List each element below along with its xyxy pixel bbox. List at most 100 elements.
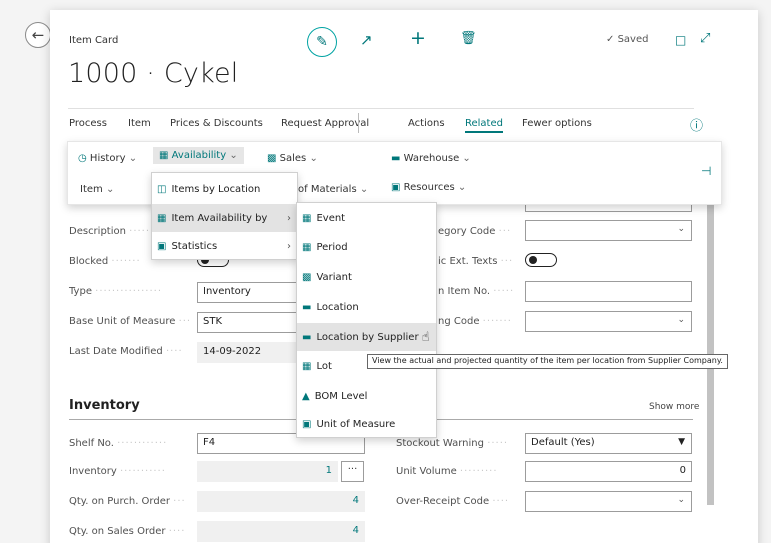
menu-variant[interactable]: ▩ Variant bbox=[297, 263, 436, 291]
warehouse-icon: ▬ bbox=[391, 153, 401, 164]
pin-icon[interactable]: ⊣ bbox=[701, 164, 711, 178]
chevron-down-icon: ⌄ bbox=[677, 224, 685, 234]
hand-cursor-icon: ☝ bbox=[421, 329, 430, 345]
base-uom-label-text: Base Unit of Measure bbox=[69, 316, 176, 327]
purch-order-label: Qty. on Purch. Order ··· bbox=[69, 496, 186, 507]
base-uom-input[interactable]: STK bbox=[197, 312, 297, 333]
ext-texts-toggle[interactable] bbox=[525, 253, 557, 267]
stockout-select[interactable]: Default (Yes) ▼ bbox=[525, 433, 692, 454]
submenu-history[interactable]: ◷ History ⌄ bbox=[78, 153, 137, 164]
share-icon[interactable]: ↗ bbox=[360, 31, 373, 49]
category-code-select[interactable]: ⌄ bbox=[525, 220, 692, 241]
submenu-bom[interactable]: of Materials ⌄ bbox=[298, 184, 368, 195]
submenu-warehouse[interactable]: ▬ Warehouse ⌄ bbox=[391, 153, 471, 164]
event-icon: ▦ bbox=[302, 212, 312, 224]
sales-label: Sales bbox=[279, 153, 307, 164]
chevron-down-icon: ⌄ bbox=[677, 495, 685, 505]
expand-icon[interactable]: ⤢ bbox=[700, 31, 710, 46]
submenu-sales[interactable]: ▩ Sales ⌄ bbox=[267, 153, 318, 164]
back-button[interactable]: ← bbox=[25, 22, 51, 48]
action-related[interactable]: Related bbox=[465, 118, 503, 133]
show-more-link[interactable]: Show more bbox=[649, 402, 699, 412]
warehouse-label: Warehouse bbox=[403, 153, 460, 164]
unit-of-measure-icon: ▣ bbox=[302, 418, 312, 430]
inventory-section-title[interactable]: Inventory bbox=[69, 398, 140, 413]
menu-period[interactable]: ▦ Period bbox=[297, 233, 436, 261]
last-modified-label-text: Last Date Modified bbox=[69, 346, 163, 357]
saved-status: ✓ Saved bbox=[606, 34, 649, 45]
menu-location-by-supplier[interactable]: ▬ Location by Supplier ☝ bbox=[297, 323, 436, 351]
items-by-location-label: Items by Location bbox=[171, 183, 261, 195]
action-prices[interactable]: Prices & Discounts bbox=[170, 118, 263, 129]
item-label: Item bbox=[80, 184, 103, 195]
statistics-label: Statistics bbox=[171, 240, 218, 252]
unit-volume-label: Unit Volume ········· bbox=[396, 466, 498, 477]
action-actions[interactable]: Actions bbox=[408, 118, 445, 129]
category-code-label-text: egory Code bbox=[438, 226, 496, 237]
action-fewer-options[interactable]: Fewer options bbox=[522, 118, 592, 129]
plus-icon[interactable]: + bbox=[410, 27, 426, 49]
location-icon: ▬ bbox=[302, 301, 312, 313]
blocked-label-text: Blocked bbox=[69, 256, 109, 267]
variant-label: Variant bbox=[316, 271, 352, 283]
arrow-left-icon: ← bbox=[31, 26, 45, 44]
pencil-icon: ✎ bbox=[316, 34, 328, 50]
ng-code-label-text: ng Code bbox=[438, 316, 480, 327]
chevron-right-icon: › bbox=[287, 212, 291, 224]
stockout-value: Default (Yes) bbox=[531, 437, 595, 448]
submenu-availability[interactable]: ▦ Availability ⌄ bbox=[153, 147, 244, 164]
ext-texts-label-text: ic Ext. Texts bbox=[438, 256, 498, 267]
shelf-label-text: Shelf No. bbox=[69, 438, 114, 449]
last-modified-value: 14-09-2022 bbox=[197, 342, 297, 363]
menu-items-by-location[interactable]: ◫ Items by Location bbox=[152, 175, 297, 203]
menu-event[interactable]: ▦ Event bbox=[297, 204, 436, 232]
edit-button[interactable]: ✎ bbox=[307, 27, 337, 57]
type-label-text: Type bbox=[69, 286, 92, 297]
bom-level-icon: ▲ bbox=[302, 390, 310, 402]
submenu-item[interactable]: Item ⌄ bbox=[80, 184, 114, 195]
bom-level-label: BOM Level bbox=[314, 390, 368, 402]
inventory-label: Inventory ··········· bbox=[69, 466, 166, 477]
info-icon[interactable]: ⓘ bbox=[690, 115, 703, 134]
unit-volume-input[interactable]: 0 bbox=[525, 461, 692, 482]
event-label: Event bbox=[316, 212, 346, 224]
menu-item-availability-by[interactable]: ▦ Item Availability by › bbox=[152, 204, 297, 232]
stockout-label-text: Stockout Warning bbox=[396, 438, 484, 449]
sales-order-value[interactable]: 4 bbox=[197, 521, 365, 542]
action-request-approval[interactable]: Request Approval bbox=[281, 118, 369, 129]
menu-unit-of-measure[interactable]: ▣ Unit of Measure bbox=[297, 410, 436, 438]
open-new-window-icon[interactable]: □ bbox=[675, 33, 686, 47]
purch-order-value[interactable]: 4 bbox=[197, 491, 365, 512]
action-item[interactable]: Item bbox=[128, 118, 151, 129]
period-label: Period bbox=[316, 241, 348, 253]
description-label: Description ······· bbox=[69, 226, 159, 237]
inventory-value[interactable]: 1 bbox=[197, 461, 338, 482]
submenu-resources[interactable]: ▣ Resources ⌄ bbox=[391, 182, 466, 193]
over-receipt-label-text: Over-Receipt Code bbox=[396, 496, 490, 507]
more-options-icon[interactable]: ··· bbox=[341, 461, 364, 482]
last-modified-label: Last Date Modified ···· bbox=[69, 346, 183, 357]
action-separator bbox=[358, 113, 359, 133]
availability-icon: ▦ bbox=[159, 150, 169, 161]
saved-label: Saved bbox=[617, 34, 649, 45]
type-select[interactable]: Inventory bbox=[197, 282, 297, 303]
delete-icon[interactable]: 🗑 bbox=[460, 31, 477, 46]
menu-bom-level[interactable]: ▲ BOM Level bbox=[297, 382, 436, 410]
resources-label: Resources bbox=[403, 182, 455, 193]
item-no-input[interactable] bbox=[525, 281, 692, 302]
over-receipt-select[interactable]: ⌄ bbox=[525, 491, 692, 512]
ng-code-select[interactable]: ⌄ bbox=[525, 311, 692, 332]
base-uom-label: Base Unit of Measure ··· bbox=[69, 316, 192, 327]
availability-by-icon: ▦ bbox=[157, 212, 167, 224]
action-process[interactable]: Process bbox=[69, 118, 107, 129]
history-label: History bbox=[89, 153, 126, 164]
ng-code-label: ng Code ······· bbox=[438, 316, 512, 327]
shelf-input[interactable]: F4 bbox=[197, 433, 297, 454]
purch-order-label-text: Qty. on Purch. Order bbox=[69, 496, 170, 507]
lot-label: Lot bbox=[316, 360, 332, 372]
menu-location[interactable]: ▬ Location bbox=[297, 293, 436, 321]
bom-label: of Materials bbox=[298, 184, 357, 195]
type-label: Type ················ bbox=[69, 286, 163, 297]
ext-texts-label: ic Ext. Texts ··· bbox=[438, 256, 514, 267]
menu-statistics[interactable]: ▣ Statistics › bbox=[152, 232, 297, 260]
